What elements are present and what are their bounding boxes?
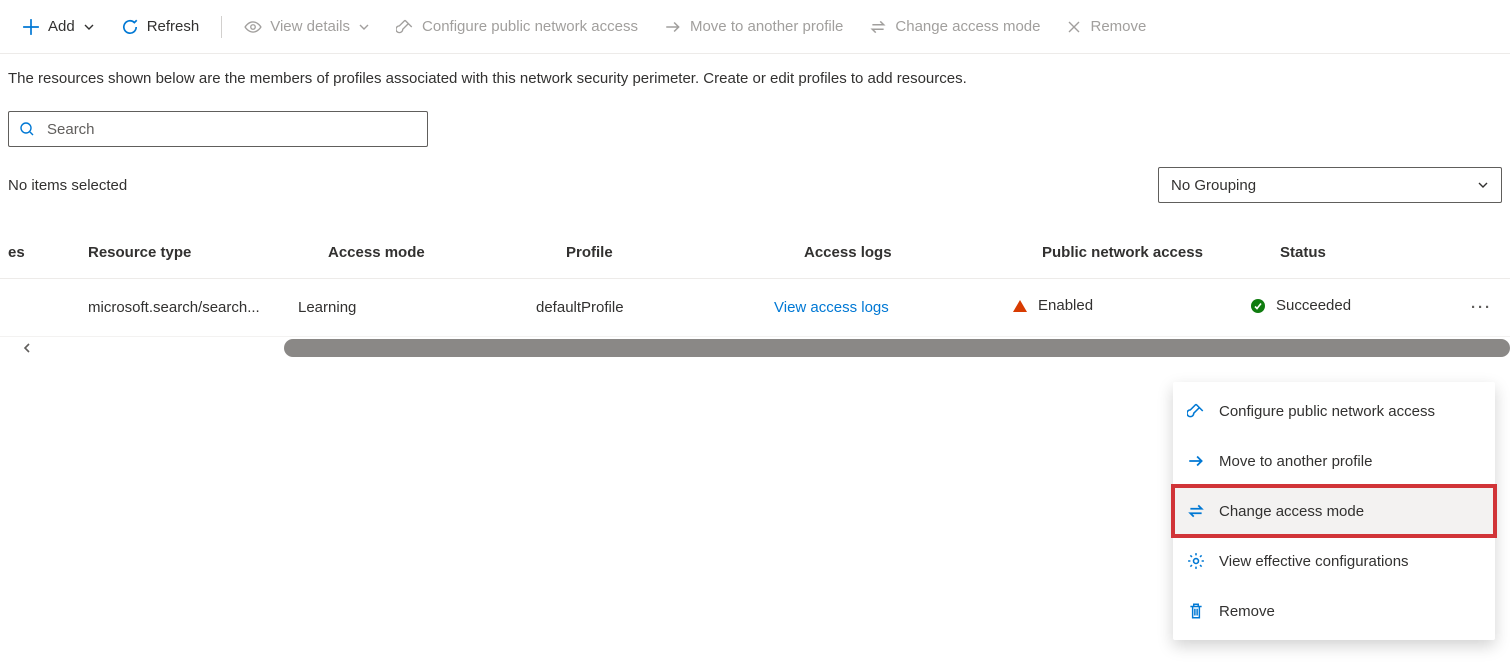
ctx-view-effective-configurations[interactable]: View effective configurations [1173,536,1495,586]
search-input[interactable] [45,120,417,139]
close-icon [1066,19,1082,35]
configure-public-network-button: Configure public network access [386,7,648,47]
search-box[interactable] [8,111,428,147]
command-bar: Add Refresh View details Configure publi… [0,0,1510,54]
eye-icon [244,18,262,36]
selection-status: No items selected [8,177,127,194]
refresh-label: Refresh [147,18,200,35]
scroll-left-icon[interactable] [21,342,33,354]
plus-icon [22,18,40,36]
cell-profile: defaultProfile [536,299,774,316]
change-access-mode-button: Change access mode [859,7,1050,47]
view-details-label: View details [270,18,350,35]
col-header-access-mode[interactable]: Access mode [328,244,566,261]
swap-icon [1187,502,1205,520]
search-icon [19,121,35,137]
view-details-button: View details [234,7,380,47]
cell-public-network: Enabled [1038,297,1093,314]
gear-icon [1187,552,1205,570]
change-access-label: Change access mode [895,18,1040,35]
col-header-es[interactable]: es [8,244,88,261]
warning-icon [1012,298,1028,314]
add-button[interactable]: Add [12,7,105,47]
table-row[interactable]: microsoft.search/search... Learning defa… [0,279,1510,337]
grouping-dropdown[interactable]: No Grouping [1158,167,1502,203]
add-label: Add [48,18,75,35]
row-context-menu: Configure public network access Move to … [1173,382,1495,640]
success-icon [1250,298,1266,314]
ctx-change-access-mode[interactable]: Change access mode [1173,486,1495,536]
move-profile-button: Move to another profile [654,7,853,47]
arrow-right-icon [664,18,682,36]
toolbar-divider [221,16,222,38]
scrollbar-thumb[interactable] [284,339,1510,357]
ctx-change-label: Change access mode [1219,503,1364,520]
chevron-down-icon [1477,179,1489,191]
resources-grid: es Resource type Access mode Profile Acc… [0,227,1510,359]
chevron-down-icon [83,21,95,33]
move-profile-label: Move to another profile [690,18,843,35]
ctx-move-label: Move to another profile [1219,453,1372,470]
col-header-resource-type[interactable]: Resource type [88,244,328,261]
trash-icon [1187,602,1205,620]
configure-public-label: Configure public network access [422,18,638,35]
chevron-down-icon [358,21,370,33]
grid-header-row: es Resource type Access mode Profile Acc… [0,227,1510,279]
ctx-view-eff-label: View effective configurations [1219,553,1409,570]
ctx-move-profile[interactable]: Move to another profile [1173,436,1495,486]
cell-status: Succeeded [1276,297,1351,314]
ctx-configure-public-network[interactable]: Configure public network access [1173,386,1495,436]
horizontal-scrollbar[interactable] [0,337,1510,359]
col-header-profile[interactable]: Profile [566,244,804,261]
cell-resource-type: microsoft.search/search... [88,299,298,316]
refresh-button[interactable]: Refresh [111,7,210,47]
arrow-right-icon [1187,452,1205,470]
grouping-value: No Grouping [1171,177,1256,194]
ctx-configure-label: Configure public network access [1219,403,1435,420]
plug-icon [396,18,414,36]
cell-access-mode: Learning [298,299,536,316]
remove-label: Remove [1090,18,1146,35]
refresh-icon [121,18,139,36]
row-more-button[interactable]: ··· [1471,299,1492,316]
remove-button: Remove [1056,7,1156,47]
ctx-remove[interactable]: Remove [1173,586,1495,636]
plug-icon [1187,402,1205,420]
description-text: The resources shown below are the member… [0,54,1510,87]
view-access-logs-link[interactable]: View access logs [774,299,889,316]
col-header-status[interactable]: Status [1280,244,1440,261]
ctx-remove-label: Remove [1219,603,1275,620]
col-header-access-logs[interactable]: Access logs [804,244,1042,261]
swap-icon [869,18,887,36]
col-header-public-network[interactable]: Public network access [1042,244,1280,261]
